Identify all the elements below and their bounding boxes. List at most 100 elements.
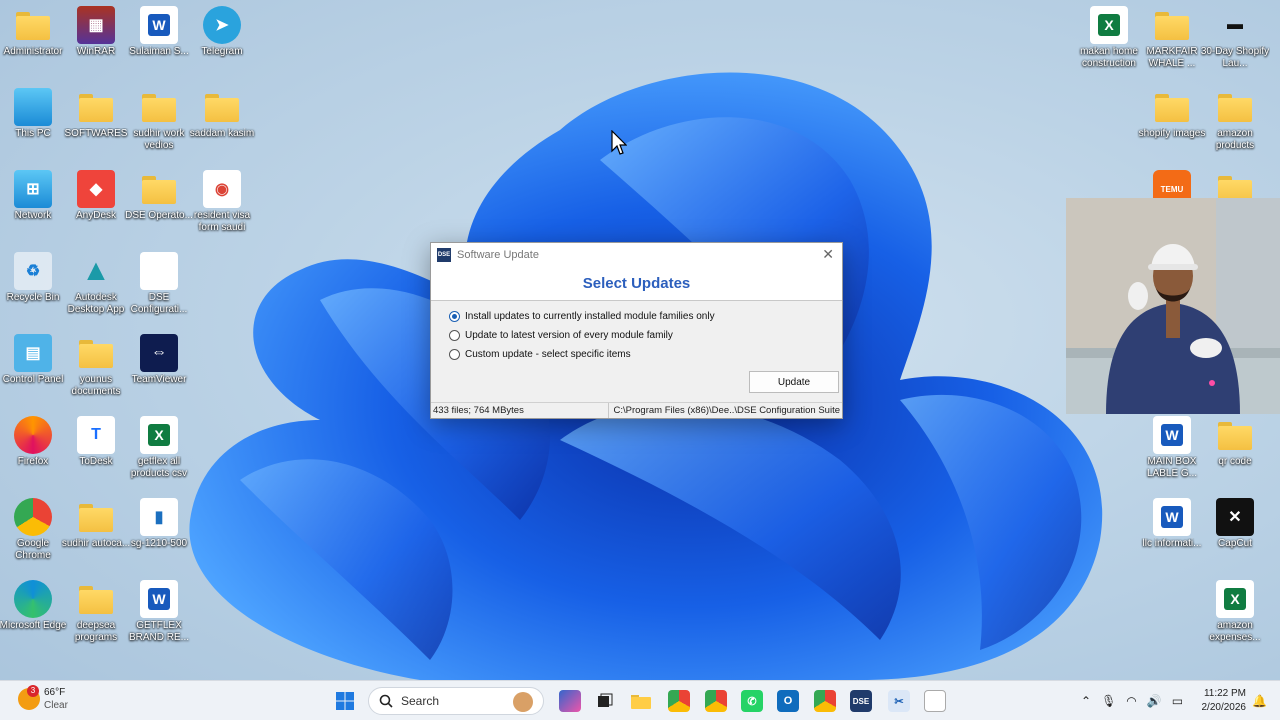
weather-desc: Clear — [44, 700, 68, 711]
desktop-icon[interactable]: ◆ AnyDesk — [63, 166, 129, 246]
notepad-icon[interactable] — [924, 690, 946, 712]
desktop-icon[interactable]: Microsoft Edge — [0, 576, 66, 656]
firefox-icon — [14, 416, 52, 454]
desktop-icon-label: TeamViewer — [131, 374, 187, 385]
network-icon: ⊞ — [14, 170, 52, 208]
close-icon[interactable]: ✕ — [822, 247, 834, 261]
desktop-icon-label: MARKFAIR WHALE ... — [1146, 46, 1198, 69]
desktop-icon[interactable]: sudhir work vedios — [126, 84, 192, 164]
teamviewer-icon: ⇔ — [140, 334, 178, 372]
weather-temp: 66°F — [44, 687, 66, 698]
dialog-titlebar[interactable]: DSE Software Update ✕ — [431, 243, 842, 267]
desktop-icon[interactable]: ▦ WinRAR — [63, 2, 129, 82]
desktop-icon[interactable]: DSE Operato... — [125, 166, 193, 246]
desktop-icon[interactable]: Xgetflex all products csv — [126, 412, 192, 492]
desktop-icon-label: makan home construction — [1080, 46, 1138, 69]
outlook-icon[interactable]: O — [777, 690, 799, 712]
desktop-icon-label: sg-1210-500 — [130, 538, 188, 549]
chrome-user-icon[interactable] — [814, 690, 836, 712]
desktop-icon-label: WinRAR — [76, 46, 116, 57]
folder-icon — [1153, 6, 1191, 44]
volume-icon[interactable]: 🔊 — [1147, 694, 1162, 708]
desktop-icon-label: Firefox — [17, 456, 49, 467]
desktop-icon-label: getflex all products csv — [130, 456, 188, 479]
snipping-tool-icon[interactable]: ✂ — [888, 690, 910, 712]
option-update-latest-every-family[interactable]: Update to latest version of every module… — [449, 326, 842, 345]
desktop-icon-label: Network — [14, 210, 52, 221]
desktop-icon[interactable]: MARKFAIR WHALE ... — [1139, 2, 1205, 82]
desktop-icon[interactable]: Firefox — [0, 412, 66, 492]
chevron-up-icon[interactable]: ⌃ — [1081, 694, 1091, 708]
desktop-icon[interactable]: W MAIN BOX LABLE G... — [1139, 412, 1205, 492]
desktop-icon[interactable]: ✕ CapCut — [1202, 494, 1268, 574]
weather-widget[interactable]: 3 66°F Clear — [18, 685, 68, 712]
desktop-icon[interactable]: ➤ Telegram — [189, 2, 255, 82]
desktop-icon[interactable]: ▮ sg-1210-500 — [126, 494, 192, 574]
desktop-icon[interactable]: ◉ resident visa form saudi — [189, 166, 255, 246]
option-label: Update to latest version of every module… — [465, 330, 673, 341]
desktop-icon[interactable]: ⊞ Network — [0, 166, 66, 246]
option-install-installed-families[interactable]: Install updates to currently installed m… — [449, 307, 842, 326]
radio-button[interactable] — [449, 349, 460, 360]
desktop-icon-label: Telegram — [201, 46, 243, 57]
user-folder-icon — [14, 6, 52, 44]
radio-button[interactable] — [449, 311, 460, 322]
desktop-icon[interactable]: This PC — [0, 84, 66, 164]
desktop-icon-label: SOFTWARES — [64, 128, 128, 139]
desktop-icon-label: MAIN BOX LABLE G... — [1146, 456, 1198, 479]
moon-weather-icon: 3 — [18, 685, 40, 710]
notification-bell-icon[interactable]: 🔔 — [1252, 694, 1267, 708]
desktop-icon[interactable]: SOFTWARES — [63, 84, 129, 164]
desktop-icon[interactable]: Google Chrome — [0, 494, 66, 574]
desktop-icon[interactable]: W Sulaiman S... — [126, 2, 192, 82]
desktop-icon[interactable]: qr code — [1202, 412, 1268, 492]
recycle-bin-icon: ♻ — [14, 252, 52, 290]
winrar-icon: ▦ — [77, 6, 115, 44]
desktop-icon[interactable]: younus documents — [63, 330, 129, 410]
desktop-icon-label: Autodesk Desktop App — [67, 292, 125, 315]
desktop-icon[interactable]: Wllc informati... — [1139, 494, 1205, 574]
desktop-icon[interactable]: ▲ Autodesk Desktop App — [63, 248, 129, 328]
desktop-icon[interactable]: ⇔ TeamViewer — [126, 330, 192, 410]
word-doc-icon: W — [1153, 498, 1191, 536]
desktop-icon[interactable]: Administrator — [0, 2, 66, 82]
desktop-icon-label: shopify images — [1138, 128, 1206, 139]
dse-taskbar-icon[interactable]: DSE — [850, 690, 872, 712]
folder-icon — [1153, 88, 1191, 126]
desktop-icon[interactable]: ▬ 30-Day Shopify Lau... — [1201, 2, 1269, 82]
desktop-icon[interactable]: ▤ Control Panel — [0, 330, 66, 410]
task-view-icon[interactable] — [594, 690, 616, 712]
start-button[interactable] — [334, 690, 356, 712]
folder-icon — [77, 580, 115, 618]
copilot-icon[interactable] — [559, 690, 581, 712]
desktop-icon[interactable]: deepsea programs — [63, 576, 129, 656]
word-doc-icon: W — [140, 580, 178, 618]
chrome-icon[interactable] — [705, 690, 727, 712]
desktop-icon[interactable]: amazon products — [1202, 84, 1268, 164]
option-custom-update[interactable]: Custom update - select specific items — [449, 345, 842, 364]
folder-icon — [1216, 416, 1254, 454]
excel-icon: X — [1090, 6, 1128, 44]
clock[interactable]: 11:22 PM 2/20/2026 — [1192, 687, 1247, 715]
battery-icon[interactable]: ▭ — [1172, 694, 1183, 708]
update-button[interactable]: Update — [749, 371, 839, 393]
file-icon: ▮ — [140, 498, 178, 536]
desktop-icon[interactable]: ♻ Recycle Bin — [0, 248, 66, 328]
desktop-icon[interactable]: sudhir autoca... — [62, 494, 130, 574]
radio-button[interactable] — [449, 330, 460, 341]
chrome-profile-icon[interactable] — [668, 690, 690, 712]
dialog-title: Software Update — [457, 249, 539, 261]
desktop-icon[interactable]: Xamazon expenses... — [1202, 576, 1268, 656]
desktop-icon[interactable]: DSE Configurati... — [126, 248, 192, 328]
whatsapp-icon[interactable]: ✆ — [741, 690, 763, 712]
taskbar-search[interactable]: Search — [368, 687, 544, 715]
folder-icon — [140, 88, 178, 126]
desktop-icon[interactable]: saddam kasim — [189, 84, 255, 164]
desktop-icon[interactable]: W GETFLEX BRAND RE... — [126, 576, 192, 656]
wifi-icon[interactable]: ◠ — [1126, 694, 1136, 708]
microphone-icon[interactable]: 🎙 — [1101, 694, 1116, 708]
file-explorer-icon[interactable] — [630, 690, 652, 712]
desktop-icon[interactable]: Xmakan home construction — [1076, 2, 1142, 82]
desktop-icon[interactable]: T ToDesk — [63, 412, 129, 492]
desktop-icon[interactable]: shopify images — [1139, 84, 1205, 164]
